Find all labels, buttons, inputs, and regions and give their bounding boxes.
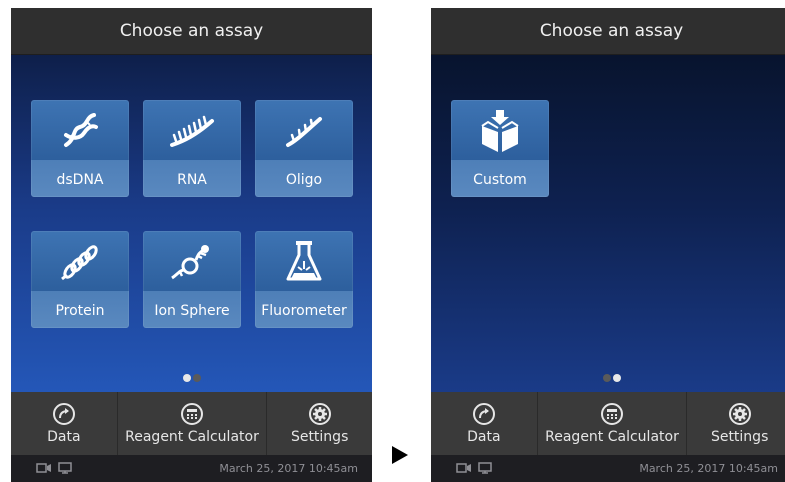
- settings-button[interactable]: Settings: [687, 392, 785, 455]
- gear-icon: [728, 403, 751, 425]
- flask-icon: [255, 231, 353, 293]
- data-export-icon: [472, 403, 495, 425]
- tile-custom[interactable]: Custom: [451, 100, 549, 197]
- tile-label: dsDNA: [56, 172, 104, 188]
- data-export-icon: [52, 403, 75, 425]
- calculator-icon: [181, 403, 203, 425]
- left-screen: Choose an assay dsDNA RNA Oligo Protein …: [11, 8, 372, 482]
- settings-label: Settings: [290, 429, 349, 445]
- tile-label: Fluorometer: [261, 303, 347, 319]
- tile-dsdna[interactable]: dsDNA: [31, 100, 129, 197]
- calculator-label: Reagent Calculator: [545, 429, 679, 445]
- status-datetime: March 25, 2017 10:45am: [219, 462, 358, 475]
- assay-grid: Custom: [431, 55, 785, 392]
- tile-rna[interactable]: RNA: [143, 100, 241, 197]
- data-label: Data: [47, 429, 81, 445]
- settings-button[interactable]: Settings: [267, 392, 372, 455]
- page-indicator: [431, 367, 785, 382]
- status-bar: March 25, 2017 10:45am: [431, 455, 785, 482]
- tile-label: RNA: [177, 172, 207, 188]
- reagent-calculator-button[interactable]: Reagent Calculator: [118, 392, 268, 455]
- tile-label: Oligo: [285, 172, 323, 188]
- page-title: Choose an assay: [11, 8, 372, 55]
- bottom-nav: Data Reagent Calculator Settings: [431, 392, 785, 455]
- protein-coil-icon: [31, 231, 129, 293]
- bottom-nav: Data Reagent Calculator Settings: [11, 392, 372, 455]
- reagent-calculator-button[interactable]: Reagent Calculator: [538, 392, 688, 455]
- data-button[interactable]: Data: [11, 392, 118, 455]
- assay-grid: dsDNA RNA Oligo Protein Ion Sphere Fluor…: [11, 55, 372, 392]
- custom-box-icon: [451, 100, 549, 162]
- tile-protein[interactable]: Protein: [31, 231, 129, 328]
- data-label: Data: [467, 429, 501, 445]
- page-dot[interactable]: [602, 374, 611, 382]
- page-dot-active[interactable]: [612, 374, 621, 382]
- page-dot-active[interactable]: [182, 374, 191, 382]
- settings-label: Settings: [710, 429, 769, 445]
- tile-ion-sphere[interactable]: Ion Sphere: [143, 231, 241, 328]
- camera-icon: [36, 463, 51, 473]
- status-datetime: March 25, 2017 10:45am: [639, 462, 778, 475]
- camera-icon: [456, 463, 471, 473]
- tile-label: Custom: [473, 172, 527, 188]
- tile-oligo[interactable]: Oligo: [255, 100, 353, 197]
- monitor-icon: [478, 462, 492, 474]
- calculator-label: Reagent Calculator: [125, 429, 259, 445]
- dna-double-helix-icon: [31, 100, 129, 162]
- gear-icon: [308, 403, 331, 425]
- monitor-icon: [58, 462, 72, 474]
- page-dot[interactable]: [192, 374, 201, 382]
- transition-arrow-icon: [392, 446, 408, 464]
- page-indicator: [11, 367, 372, 382]
- tile-label: Protein: [55, 303, 105, 319]
- data-button[interactable]: Data: [431, 392, 538, 455]
- ion-sphere-icon: [143, 231, 241, 293]
- status-bar: March 25, 2017 10:45am: [11, 455, 372, 482]
- tile-label: Ion Sphere: [154, 303, 230, 319]
- tile-fluorometer[interactable]: Fluorometer: [255, 231, 353, 328]
- right-screen: Choose an assay Custom Data Reagent Calc…: [431, 8, 785, 482]
- oligo-strand-icon: [255, 100, 353, 162]
- calculator-icon: [601, 403, 623, 425]
- rna-strand-icon: [143, 100, 241, 162]
- page-title: Choose an assay: [431, 8, 785, 55]
